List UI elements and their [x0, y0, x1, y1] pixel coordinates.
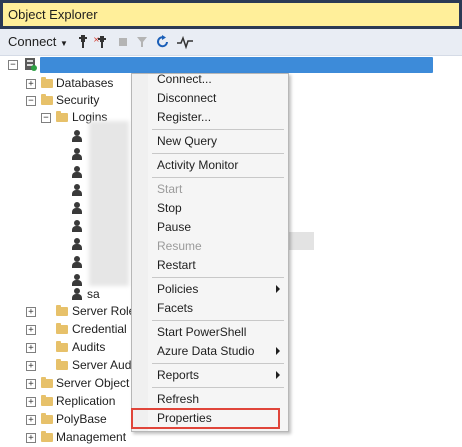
- folder-icon: [41, 431, 53, 442]
- tree-item-management[interactable]: Management: [56, 428, 126, 446]
- server-node-selected[interactable]: [40, 57, 433, 73]
- folder-icon: [56, 359, 68, 370]
- window-title: Object Explorer: [8, 7, 98, 22]
- menu-item-policies[interactable]: Policies: [157, 280, 198, 298]
- menu-separator: [152, 320, 284, 321]
- folder-icon: [41, 77, 53, 88]
- folder-icon: [41, 94, 53, 105]
- menu-item-refresh[interactable]: Refresh: [157, 390, 199, 408]
- user-icon: [72, 130, 82, 142]
- user-icon: [72, 274, 82, 286]
- user-icon: [72, 166, 82, 178]
- tree-item-server-audit-specifications[interactable]: Server Aud: [72, 356, 131, 374]
- collapse-toggle[interactable]: −: [26, 96, 36, 106]
- expand-toggle[interactable]: +: [26, 343, 36, 353]
- menu-item-facets[interactable]: Facets: [157, 299, 193, 317]
- menu-item-activity-monitor[interactable]: Activity Monitor: [157, 156, 238, 174]
- context-menu: Connect... Disconnect Register... New Qu…: [131, 70, 289, 432]
- server-icon: [25, 58, 37, 71]
- menu-item-pause[interactable]: Pause: [157, 218, 191, 236]
- folder-icon: [56, 323, 68, 334]
- submenu-arrow-icon: [276, 371, 280, 379]
- tree-item-sa[interactable]: sa: [87, 285, 100, 303]
- tree-item-credentials[interactable]: Credential: [72, 320, 127, 338]
- toolbar: Connect ▼ ×: [0, 29, 462, 56]
- menu-item-start: Start: [157, 182, 183, 196]
- expand-toggle[interactable]: +: [26, 361, 36, 371]
- folder-icon: [56, 341, 68, 352]
- folder-icon: [41, 395, 53, 406]
- tree-item-replication[interactable]: Replication: [56, 392, 115, 410]
- tree-item-polybase[interactable]: PolyBase: [56, 410, 107, 428]
- user-icon: [72, 256, 82, 268]
- user-icon: [72, 238, 82, 250]
- properties-highlight-box: [131, 408, 280, 429]
- expand-toggle[interactable]: +: [26, 307, 36, 317]
- submenu-arrow-icon: [276, 285, 280, 293]
- expand-toggle[interactable]: +: [26, 397, 36, 407]
- expand-toggle[interactable]: +: [26, 379, 36, 389]
- collapse-toggle[interactable]: −: [41, 113, 51, 123]
- activity-monitor-icon[interactable]: [176, 34, 194, 50]
- tree-item-server-objects[interactable]: Server Object: [56, 374, 129, 392]
- folder-icon: [41, 413, 53, 424]
- tree-item-databases[interactable]: Databases: [56, 74, 113, 92]
- user-icon: [72, 148, 82, 160]
- title-bar: Object Explorer: [0, 0, 462, 29]
- connect-dropdown[interactable]: Connect ▼: [8, 34, 68, 50]
- menu-item-register[interactable]: Register...: [157, 108, 211, 126]
- tree-item-server-roles[interactable]: Server Role: [72, 302, 135, 320]
- redacted-login-names: [89, 121, 129, 286]
- chevron-down-icon: ▼: [60, 39, 68, 48]
- menu-separator: [152, 153, 284, 154]
- menu-separator: [152, 177, 284, 178]
- expand-toggle[interactable]: +: [26, 433, 36, 443]
- disconnect-icon[interactable]: ×: [93, 34, 109, 50]
- menu-item-connect[interactable]: Connect...: [157, 70, 212, 88]
- user-icon: [72, 184, 82, 196]
- user-icon: [72, 220, 82, 232]
- collapse-toggle[interactable]: −: [8, 60, 18, 70]
- expand-toggle[interactable]: +: [26, 79, 36, 89]
- menu-item-azure-data-studio[interactable]: Azure Data Studio: [157, 342, 254, 360]
- folder-icon: [56, 111, 68, 122]
- connect-icon[interactable]: [77, 34, 89, 50]
- menu-separator: [152, 387, 284, 388]
- menu-item-resume: Resume: [157, 239, 202, 253]
- refresh-icon[interactable]: [156, 34, 170, 50]
- menu-separator: [152, 277, 284, 278]
- submenu-arrow-icon: [276, 347, 280, 355]
- folder-icon: [41, 377, 53, 388]
- title-bar-inner: Object Explorer: [3, 3, 459, 26]
- tree-item-audits[interactable]: Audits: [72, 338, 105, 356]
- filter-icon: [136, 34, 148, 50]
- menu-separator: [152, 363, 284, 364]
- menu-item-restart[interactable]: Restart: [157, 256, 196, 274]
- menu-item-stop[interactable]: Stop: [157, 199, 182, 217]
- user-icon: [72, 202, 82, 214]
- stop-icon: [118, 34, 128, 50]
- expand-toggle[interactable]: +: [26, 415, 36, 425]
- menu-gutter: [132, 74, 148, 431]
- user-icon: [72, 288, 82, 300]
- menu-item-start-powershell[interactable]: Start PowerShell: [157, 323, 246, 341]
- menu-separator: [152, 129, 284, 130]
- connect-label: Connect: [8, 34, 57, 49]
- folder-icon: [56, 305, 68, 316]
- tree-item-security[interactable]: Security: [56, 91, 99, 109]
- expand-toggle[interactable]: +: [26, 325, 36, 335]
- menu-item-disconnect[interactable]: Disconnect: [157, 89, 216, 107]
- menu-item-new-query[interactable]: New Query: [157, 132, 217, 150]
- menu-item-reports[interactable]: Reports: [157, 366, 199, 384]
